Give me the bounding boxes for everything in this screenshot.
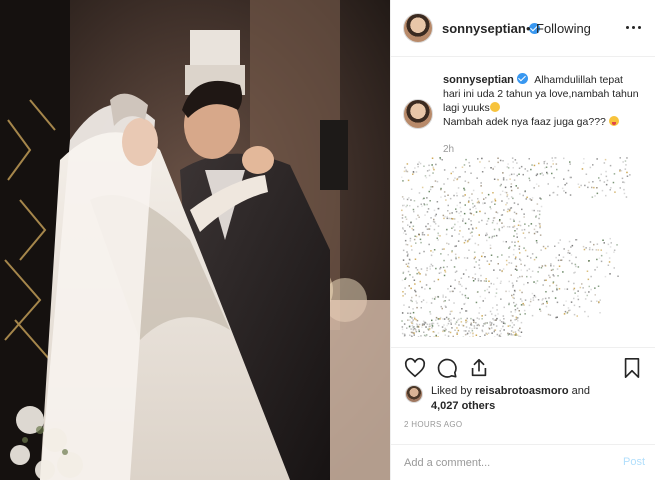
post-side-panel: sonnyseptian • Following sonnyseptian Al…: [390, 0, 655, 480]
instagram-post: sonnyseptian • Following sonnyseptian Al…: [0, 0, 655, 480]
post-comment-button[interactable]: Post: [623, 456, 645, 468]
bookmark-icon[interactable]: [621, 357, 643, 379]
comment-input[interactable]: [404, 454, 604, 472]
blurred-comments: [401, 157, 631, 337]
liked-by-and: and: [568, 385, 590, 397]
header-separator: •: [526, 21, 531, 36]
following-button[interactable]: Following: [536, 21, 591, 36]
liker-avatar[interactable]: [405, 385, 423, 403]
liked-by-prefix: Liked by: [431, 385, 476, 397]
verified-badge-icon: [516, 73, 528, 84]
caption-author-avatar[interactable]: [403, 99, 433, 129]
wedding-photo: [0, 0, 390, 480]
caption-line-2: Nambah adek nya faaz juga ga???: [443, 116, 606, 128]
caption-username-text[interactable]: sonnyseptian: [443, 74, 514, 86]
likes-others-link[interactable]: 4,027 others: [431, 399, 495, 414]
caption-username[interactable]: sonnyseptian: [443, 73, 528, 86]
grinning-emoji-icon: [489, 102, 500, 112]
liked-by-line: Liked by reisabrotoasmoro and: [431, 384, 590, 399]
liked-by-username[interactable]: reisabrotoasmoro: [475, 385, 569, 397]
more-options-icon[interactable]: [624, 17, 644, 37]
post-timestamp[interactable]: 2 HOURS AGO: [404, 420, 462, 429]
share-icon[interactable]: [468, 357, 490, 379]
author-username-text[interactable]: sonnyseptian: [442, 21, 526, 36]
caption-time[interactable]: 2h: [443, 144, 454, 155]
heart-icon[interactable]: [404, 357, 426, 379]
tongue-out-emoji-icon: [608, 116, 619, 126]
post-header: sonnyseptian • Following: [391, 0, 655, 57]
comment-bubble-icon[interactable]: [436, 357, 458, 379]
caption-text: sonnyseptian Alhamdulillah tepat hari in…: [443, 73, 643, 129]
author-avatar[interactable]: [403, 13, 433, 43]
comments-area: sonnyseptian Alhamdulillah tepat hari in…: [391, 57, 655, 347]
post-photo[interactable]: [0, 0, 390, 480]
add-comment-bar: Post: [391, 444, 655, 480]
